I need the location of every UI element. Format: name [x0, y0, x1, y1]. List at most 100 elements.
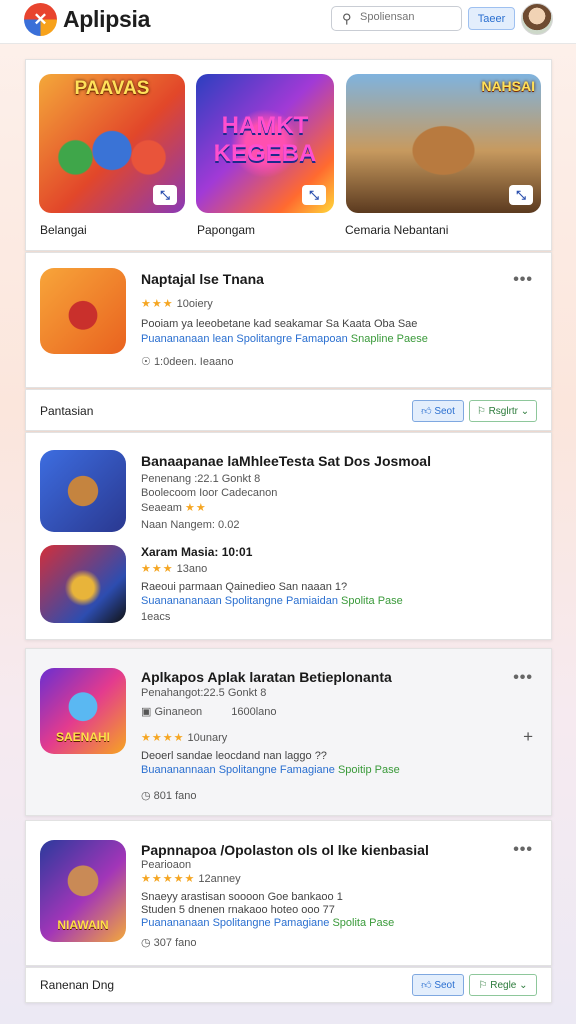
primary-button-label: Seot — [434, 405, 455, 417]
app-icon[interactable] — [40, 268, 126, 354]
app-meta: Seaeam ★★ — [141, 501, 207, 514]
app-meta: ▣ Ginaneon 1600lano — [141, 705, 277, 718]
app-meta: Naan Nangem: 0.02 — [141, 519, 240, 531]
list-item[interactable]: Naptajal lse Tnana ••• ★★★ 10oiery Pooia… — [25, 252, 552, 388]
header-button-label: Taeer — [477, 12, 506, 25]
add-icon[interactable]: + — [523, 727, 533, 747]
rating-row: ★★★ 10oiery — [141, 297, 213, 310]
search-box[interactable]: ⚲ — [331, 6, 462, 31]
app-tags-green[interactable]: Snapline Paese — [351, 333, 428, 345]
flag-icon: ⚐ — [478, 979, 488, 991]
featured-art-text: HAMKT KEGEBA — [213, 112, 317, 167]
rating-stars: ★★★★★ — [141, 873, 196, 885]
rating-text: 12anney — [198, 873, 241, 885]
action-row: Ranenan Dng 👍︎ Seot ⚐ Regle ⌄ — [25, 967, 552, 1003]
app-icon-art-text: SAENAHI — [55, 730, 110, 744]
featured-card-2[interactable]: HAMKT KEGEBA ⤡ — [196, 74, 334, 213]
app-meta: Penenang :22.1 Gonkt 8 — [141, 473, 261, 485]
rating-text: 10oiery — [176, 298, 213, 310]
expand-icon[interactable]: ⤡ — [302, 185, 326, 205]
app-footer-meta: ◷ 307 fano — [141, 936, 197, 949]
app-footer-meta: ☉ 1:0deen. Ieaano — [141, 355, 233, 368]
row-label: Pantasian — [40, 404, 94, 418]
app-icon[interactable]: NIAWAIN — [40, 840, 126, 942]
app-description: Deoerl sandae leocdand nan laggo ?? — [141, 750, 327, 762]
thumbs-up-icon: 👍︎ — [421, 406, 432, 417]
app-tags-green[interactable]: Spoitip Pase — [338, 764, 400, 776]
rating-row: ★★★★ 10unary — [141, 731, 227, 744]
app-tags-blue[interactable]: Puanananaan lean Spolitangre Famapoan — [141, 333, 348, 345]
expand-icon[interactable]: ⤡ — [153, 185, 177, 205]
app-name[interactable]: Aplkapos Aplak laratan Betieplonanta — [141, 669, 392, 685]
action-row: Pantasian 👍︎ Seot ⚐ Rsglrtr ⌄ — [25, 389, 552, 431]
app-icon[interactable] — [40, 450, 126, 532]
rating-stars: ★★★ — [141, 298, 174, 310]
app-description: Snaeyy arastisan soooon Goe bankaoo 1 — [141, 891, 343, 903]
app-description: Raeoui parmaan Qainedieo San naaan 1? — [141, 581, 348, 593]
rating-stars: ★★★ — [141, 563, 174, 575]
app-footer-text: 1:0deen. Ieaano — [153, 356, 234, 368]
app-icon[interactable]: SAENAHI — [40, 668, 126, 754]
featured-card-3[interactable]: NAHSAI ⤡ — [346, 74, 541, 213]
featured-art-text: NAHSAI — [481, 78, 535, 94]
featured-label-2[interactable]: Papongam — [197, 223, 255, 237]
app-tags-blue[interactable]: Buananannaan Spolitangne Famagiane — [141, 764, 335, 776]
app-tags-blue[interactable]: Puanananaan Spolitangne Pamagiane — [141, 917, 329, 929]
expand-icon[interactable]: ⤡ — [509, 185, 533, 205]
featured-card-1[interactable]: PAAVAS ⤡ — [39, 74, 185, 213]
app-meta-text: Ginaneon — [154, 706, 203, 718]
app-name[interactable]: Papnnapoa /Opolaston ols ol lke kienbasi… — [141, 842, 429, 858]
app-tags: Buananannaan Spolitangne Famagiane Spoit… — [141, 764, 400, 776]
app-description: Pooiam ya leeobetane kad seakamar Sa Kaa… — [141, 318, 418, 330]
app-meta: Penahangot:22.5 Gonkt 8 — [141, 687, 267, 699]
clock-icon: ◷ — [141, 790, 151, 802]
primary-button[interactable]: 👍︎ Seot — [412, 400, 464, 422]
list-item[interactable]: SAENAHI Aplkapos Aplak laratan Betieplon… — [25, 648, 552, 816]
rating-row: ★★★★★ 12anney — [141, 872, 241, 885]
more-options-icon[interactable]: ••• — [513, 271, 533, 289]
featured-art-text: PAAVAS — [74, 78, 150, 99]
app-tags-blue[interactable]: Suananananaan Spolitangne Pamiaidan — [141, 595, 338, 607]
featured-label-1[interactable]: Belangai — [40, 223, 87, 237]
rating-stars: ★★★★ — [141, 732, 185, 744]
app-name[interactable]: Naptajal lse Tnana — [141, 271, 264, 287]
more-options-icon[interactable]: ••• — [513, 669, 533, 687]
clock-icon: ◷ — [141, 937, 151, 949]
app-tags-green[interactable]: Spolita Pase — [341, 595, 403, 607]
secondary-button-label: Rsglrtr — [488, 405, 519, 417]
flag-icon: ⚐ — [476, 405, 486, 417]
calendar-icon: ▣ — [141, 706, 152, 718]
secondary-button[interactable]: ⚐ Rsglrtr ⌄ — [469, 400, 537, 422]
avatar[interactable] — [521, 3, 553, 35]
secondary-button-label: Regle — [490, 979, 517, 991]
chevron-down-icon: ⌄ — [520, 405, 530, 417]
rating-stars: ★★ — [185, 502, 207, 514]
app-meta-prefix: Seaeam — [141, 502, 182, 514]
app-tags: Puanananaan lean Spolitangre Famapoan Sn… — [141, 333, 428, 345]
search-input[interactable] — [360, 11, 456, 23]
primary-button[interactable]: 👍︎ Seot — [412, 974, 464, 996]
list-item[interactable]: NIAWAIN Papnnapoa /Opolaston ols ol lke … — [25, 820, 552, 966]
app-meta: Boolecoom Ioor Cadecanon — [141, 487, 278, 499]
rating-text: 10unary — [187, 732, 228, 744]
app-tags-green[interactable]: Spolita Pase — [332, 917, 394, 929]
app-title: Aplipsia — [63, 6, 151, 32]
app-logo[interactable] — [24, 3, 57, 36]
app-footer-meta: 1eacs — [141, 611, 171, 623]
featured-label-3[interactable]: Cemaria Nebantani — [345, 223, 448, 237]
app-footer-text: 801 fano — [153, 790, 197, 802]
search-icon: ⚲ — [342, 11, 352, 26]
app-footer-text: 307 fano — [153, 937, 197, 949]
list-item[interactable]: Banaapanae laMhleeTesta Sat Dos Josmoal … — [25, 432, 552, 640]
app-meta-text: 1600lano — [231, 706, 277, 718]
app-description: Studen 5 dnenen rnakaoo hoteo ooo 77 — [141, 904, 335, 916]
app-name[interactable]: Xaram Masia: 10:01 — [141, 545, 252, 559]
app-tags: Puanananaan Spolitangne Pamagiane Spolit… — [141, 917, 394, 929]
app-meta: Pearioaon — [141, 859, 192, 871]
app-icon[interactable] — [40, 545, 126, 623]
rating-row: ★★★ 13ano — [141, 562, 207, 575]
more-options-icon[interactable]: ••• — [513, 841, 533, 859]
secondary-button[interactable]: ⚐ Regle ⌄ — [469, 974, 537, 996]
app-name[interactable]: Banaapanae laMhleeTesta Sat Dos Josmoal — [141, 453, 431, 469]
header-button[interactable]: Taeer — [468, 7, 515, 30]
